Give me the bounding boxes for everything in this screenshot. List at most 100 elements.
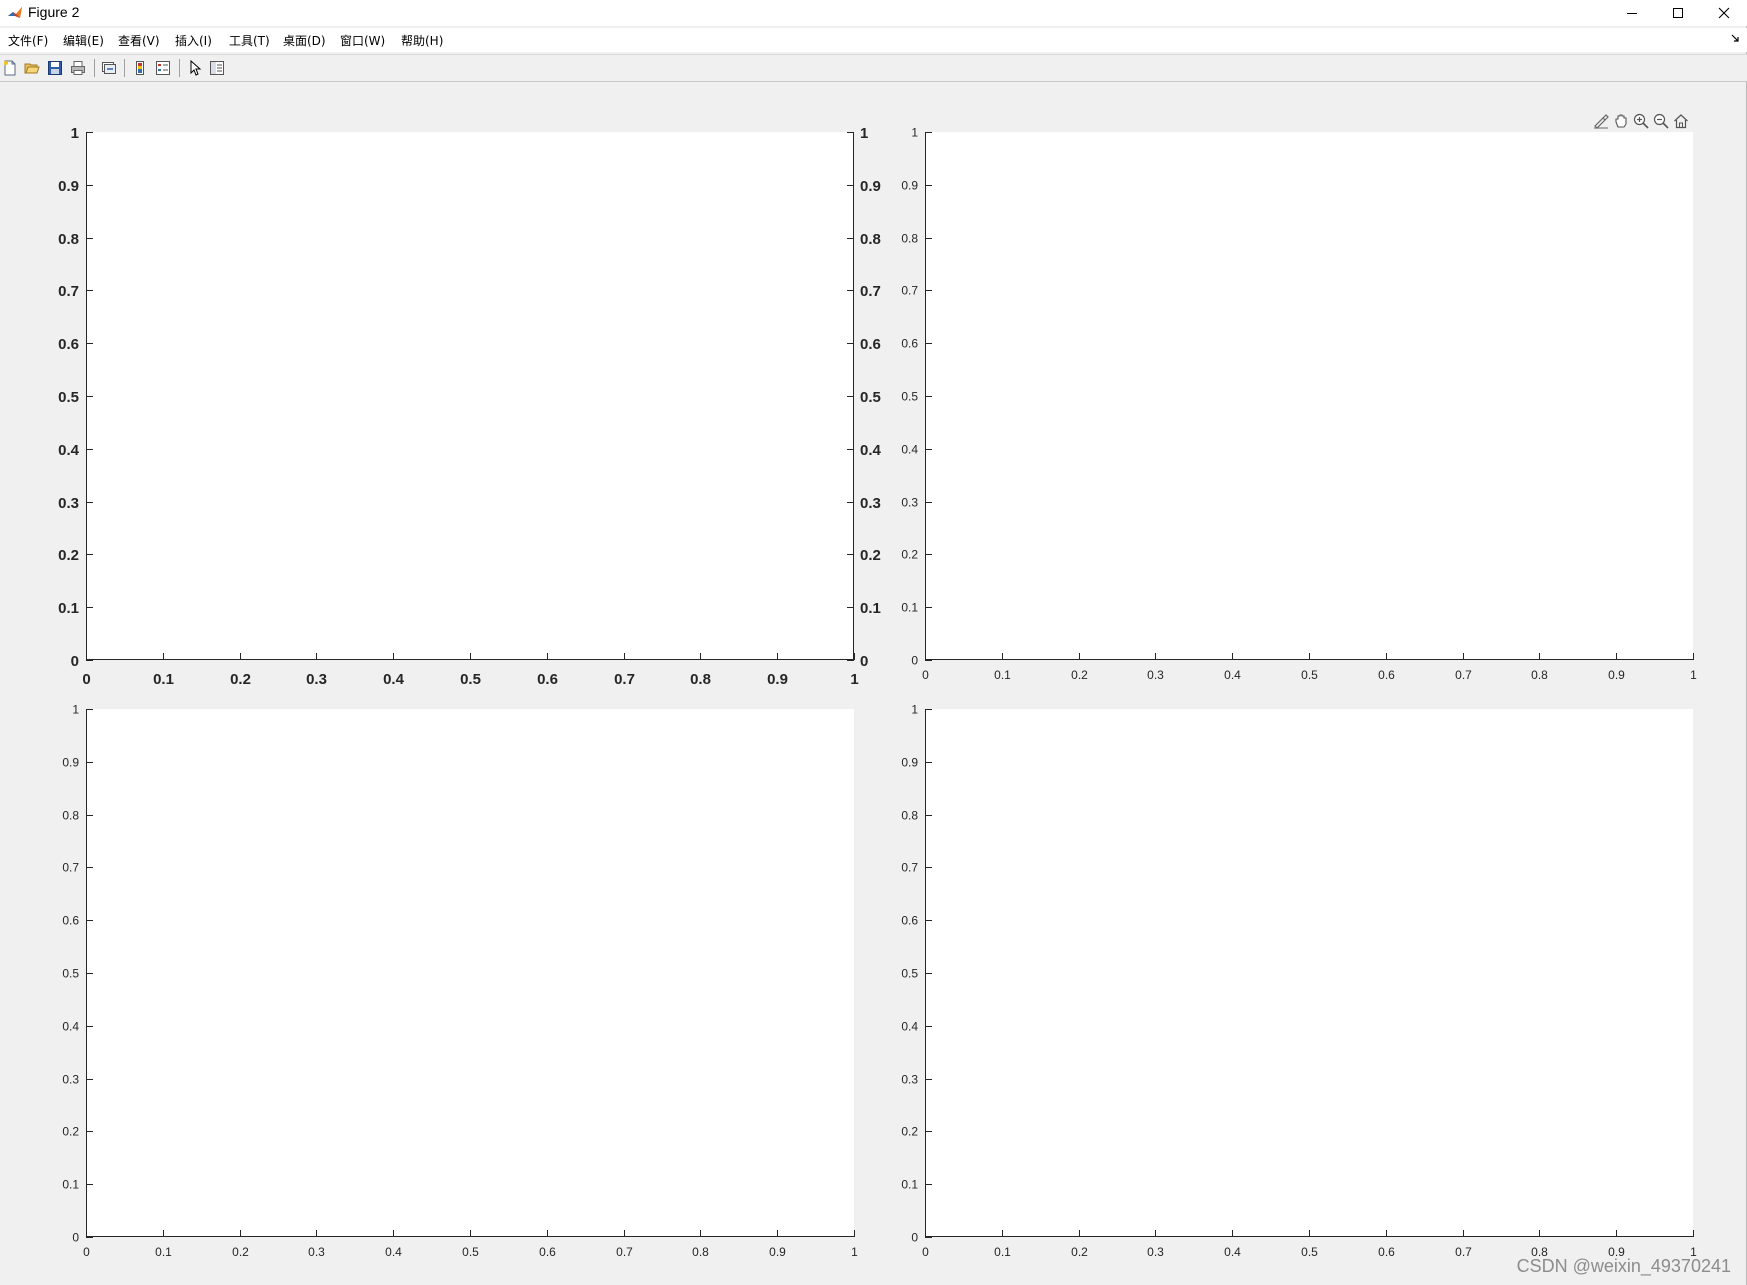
open-file-icon (24, 63, 40, 74)
menu-edit[interactable]: 编辑(E) (61, 32, 106, 49)
axes-4[interactable]: 0 0.1 0.2 0.3 0.4 0.5 0.6 0.7 0.8 0.9 1 0 0.1 0.2 0.3 0… (901, 703, 1697, 1259)
right-y-tick-label: 0.8 (860, 231, 881, 248)
x-tick-label: 0.3 (1147, 1245, 1164, 1259)
y-tick-label: 0.1 (901, 601, 918, 615)
toolbar-separator (94, 59, 95, 77)
menu-insert[interactable]: 插入(I) (173, 32, 214, 49)
save-button[interactable] (46, 59, 64, 77)
x-tick-label: 0.9 (767, 671, 788, 688)
right-y-tick-label: 0.7 (860, 283, 881, 300)
axes-2[interactable]: 0 0.1 0.2 0.3 0.4 0.5 0.6 0.7 0.8 0.9 1 0 0.1 0.2 0.3 0… (901, 126, 1697, 682)
link-plot-button[interactable] (100, 59, 118, 77)
y-tick-label: 0.3 (58, 495, 79, 512)
y-tick-label: 0.6 (901, 914, 918, 928)
subplots-canvas: 0 0.1 0.2 0.3 0.4 0.5 0.6 0.7 0.8 0.9 1 0 0.1 0.2 0.3 0… (58, 125, 1697, 1259)
figure-canvas: 0 0.1 0.2 0.3 0.4 0.5 0.6 0.7 0.8 0.9 1 0 0.1 0.2 0.3 0… (0, 82, 1745, 1285)
dock-arrow-icon[interactable] (1731, 33, 1741, 43)
zoom-out-button[interactable] (1652, 112, 1670, 130)
axes-1[interactable]: 0 0.1 0.2 0.3 0.4 0.5 0.6 0.7 0.8 0.9 1 0 0.1 0.2 0.3 0… (58, 125, 881, 688)
x-tick-label: 0.1 (994, 1245, 1011, 1259)
y-tick-label: 0.8 (58, 231, 79, 248)
y-tick-label: 0.4 (58, 442, 80, 459)
x-tick-label: 0.9 (769, 1245, 786, 1259)
open-file-button[interactable] (23, 59, 41, 77)
insert-colorbar-button[interactable] (131, 59, 149, 77)
x-tick-label: 1 (850, 671, 858, 688)
matlab-logo-icon (7, 5, 23, 21)
x-tick-label: 0.6 (537, 671, 558, 688)
y-tick-label: 0.2 (901, 1125, 918, 1139)
right-y-tick-label: 0.3 (860, 495, 881, 512)
y-tick-label: 0.7 (58, 283, 79, 300)
toolbar-separator (124, 59, 125, 77)
save-icon (48, 61, 62, 75)
edit-plot-button[interactable] (186, 59, 204, 77)
brush-icon (1594, 114, 1609, 129)
x-tick-label: 0.7 (616, 1245, 633, 1259)
window-title: Figure 2 (28, 4, 80, 20)
x-tick-label: 0 (922, 668, 929, 682)
right-y-tick-label: 0.1 (860, 600, 881, 617)
figure-toolbar (0, 54, 1747, 82)
zoom-in-icon (1633, 113, 1649, 129)
menu-tools[interactable]: 工具(T) (227, 32, 272, 49)
print-button[interactable] (69, 59, 87, 77)
close-button[interactable] (1701, 0, 1747, 26)
y-tick-label: 0.2 (901, 548, 918, 562)
x-tick-label: 0.3 (1147, 668, 1164, 682)
right-y-tick-label: 0.2 (860, 547, 881, 564)
menu-desktop[interactable]: 桌面(D) (281, 32, 328, 49)
x-tick-label: 0.4 (1224, 668, 1241, 682)
x-tick-label: 0 (922, 1245, 929, 1259)
y-tick-label: 0 (72, 1231, 79, 1245)
y-tick-label: 0.3 (901, 1073, 918, 1087)
y-tick-label: 0.4 (901, 443, 918, 457)
x-tick-label: 0.2 (1071, 668, 1088, 682)
y-tick-label: 0.1 (901, 1178, 918, 1192)
x-tick-label: 0.8 (690, 671, 711, 688)
y-tick-label: 1 (71, 125, 79, 142)
zoom-in-button[interactable] (1632, 112, 1650, 130)
x-tick-label: 0.9 (1608, 668, 1625, 682)
y-tick-label: 0.8 (901, 809, 918, 823)
plot-area (925, 709, 1693, 1237)
y-tick-label: 1 (72, 703, 79, 717)
menu-view[interactable]: 查看(V) (116, 32, 162, 49)
x-tick-label: 0.2 (230, 671, 251, 688)
x-tick-label: 0.5 (1301, 1245, 1318, 1259)
x-tick-label: 0.7 (1455, 1245, 1472, 1259)
y-tick-label: 0.7 (901, 861, 918, 875)
x-tick-label: 0 (82, 671, 90, 688)
restore-view-button[interactable] (1672, 112, 1690, 130)
axes-3[interactable]: 0 0.1 0.2 0.3 0.4 0.5 0.6 0.7 0.8 0.9 1 0 0.1 0.2 0.3 0… (62, 703, 858, 1259)
property-inspector-button[interactable] (208, 59, 226, 77)
minimize-button[interactable] (1609, 0, 1655, 26)
brush-button[interactable] (1592, 112, 1610, 130)
pan-button[interactable] (1612, 112, 1630, 130)
x-tick-label: 0 (83, 1245, 90, 1259)
y-tick-label: 0.9 (58, 178, 79, 195)
new-figure-button[interactable] (1, 59, 19, 77)
menu-window[interactable]: 窗口(W) (338, 32, 387, 49)
y-tick-label: 0.9 (62, 756, 79, 770)
y-tick-label: 0 (71, 653, 79, 670)
plot-area (86, 132, 854, 660)
y-tick-label: 0.8 (901, 232, 918, 246)
right-y-tick-label: 0.5 (860, 389, 881, 406)
y-tick-label: 0.4 (901, 1020, 918, 1034)
insert-legend-button[interactable] (154, 59, 172, 77)
x-tick-label: 0.1 (153, 671, 174, 688)
menu-help[interactable]: 帮助(H) (399, 32, 445, 49)
y-tick-label: 0.7 (62, 861, 79, 875)
x-tick-label: 0.5 (462, 1245, 479, 1259)
x-tick-label: 0.7 (614, 671, 635, 688)
link-plot-icon (102, 62, 116, 74)
y-tick-label: 0.1 (62, 1178, 79, 1192)
home-icon (1674, 114, 1688, 129)
maximize-button[interactable] (1655, 0, 1701, 26)
x-tick-label: 0.1 (155, 1245, 172, 1259)
menu-file[interactable]: 文件(F) (6, 32, 50, 49)
x-tick-label: 1 (1690, 668, 1697, 682)
y-tick-label: 0.5 (58, 389, 79, 406)
y-tick-label: 0.5 (901, 967, 918, 981)
